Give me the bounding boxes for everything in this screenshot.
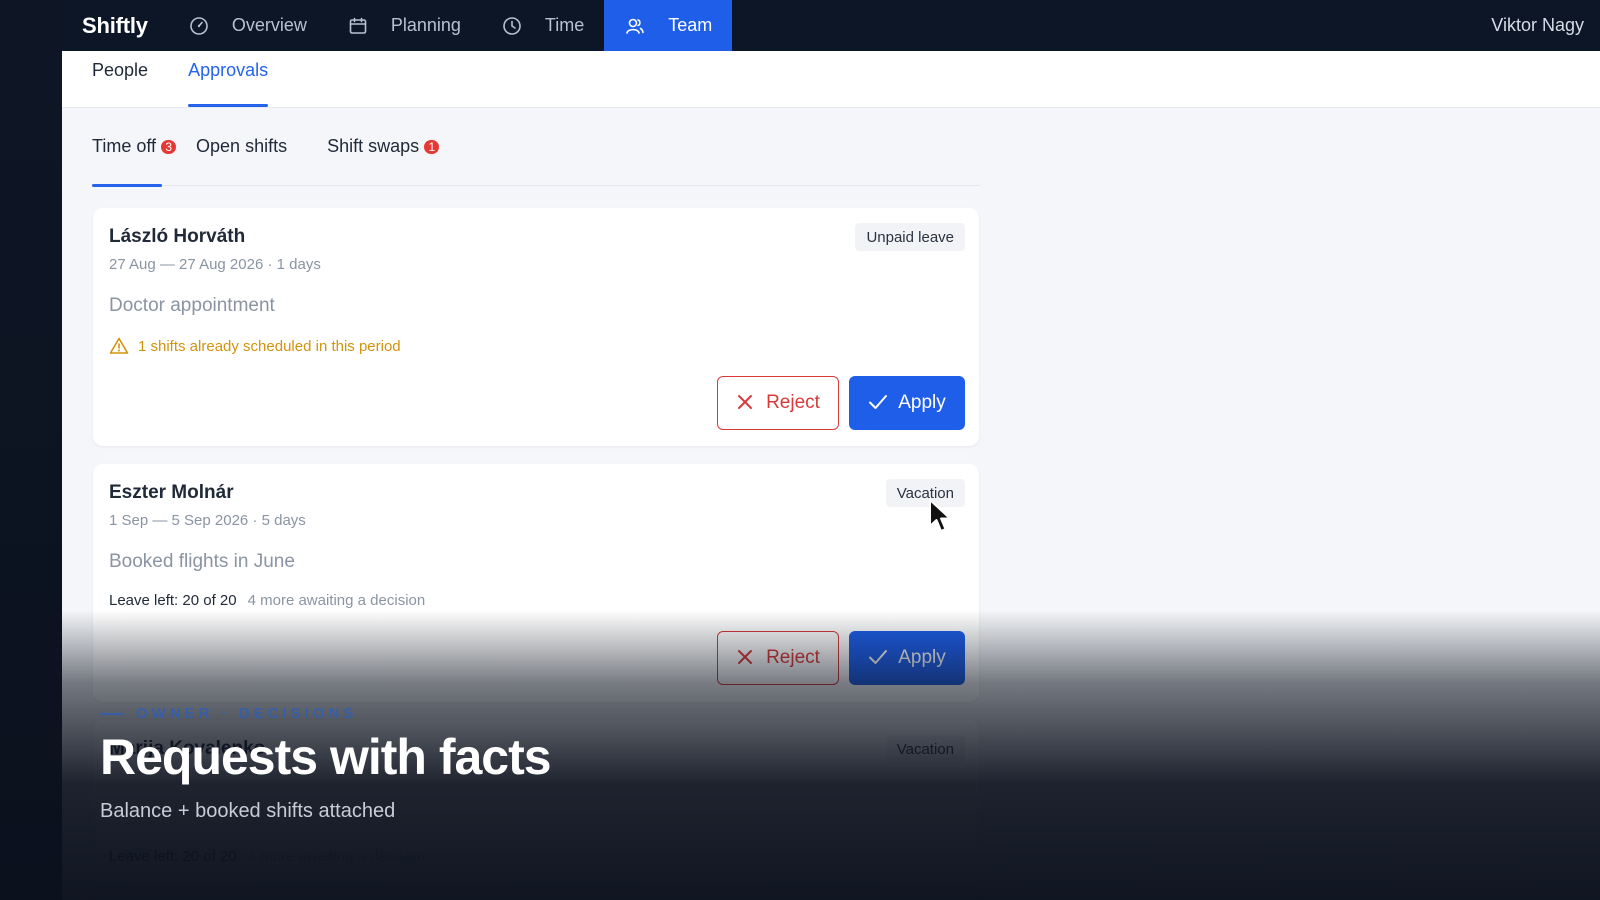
conflict-warning: 1 shifts already scheduled in this perio… (109, 336, 401, 356)
request-card: Eszter Molnár 1 Sep — 5 Sep 2026 · 5 day… (93, 464, 979, 702)
nav-item-overview[interactable]: Overview (168, 0, 327, 51)
nav-label: Planning (390, 15, 461, 35)
gauge-icon (188, 15, 210, 37)
kicker-text: OWNER · DECISIONS (136, 705, 358, 722)
sub-navigation: People Approvals (62, 51, 1600, 108)
close-icon (736, 648, 756, 668)
tab-label: Time off (92, 136, 157, 156)
leave-type-badge: Unpaid leave (855, 223, 965, 251)
leave-type-badge: Vacation (885, 735, 965, 763)
awaiting-count: 4 more awaiting a decision (247, 848, 426, 865)
caption-kicker: OWNER · DECISIONS (100, 705, 551, 722)
check-icon (868, 648, 888, 668)
button-label: Apply (898, 647, 946, 668)
employee-name: Eszter Molnár (109, 482, 234, 503)
nav-item-team[interactable]: Team (604, 0, 733, 51)
caption-headline: Requests with facts (100, 729, 552, 785)
top-navigation: Shiftly Overview Planning Time Team Vikt… (62, 0, 1600, 51)
caption-subtitle: Balance + booked shifts attached (100, 800, 396, 822)
leave-balance-row: Leave left: 20 of 20 4 more awaiting a d… (109, 592, 425, 609)
tab-shift-swaps[interactable]: Shift swaps 1 (327, 108, 442, 186)
tab-time-off[interactable]: Time off 3 (92, 108, 179, 187)
mouse-cursor-icon (928, 498, 954, 534)
request-dates: 1 Sep — 5 Sep 2026 · 5 days (109, 512, 306, 529)
request-dates: 27 Aug — 27 Aug 2026 · 1 days (109, 256, 321, 273)
leave-balance: Leave left: 20 of 20 (109, 592, 237, 609)
request-card: László Horváth 27 Aug — 27 Aug 2026 · 1 … (93, 208, 979, 446)
kicker-line (100, 712, 124, 715)
button-label: Reject (766, 392, 820, 413)
apply-button[interactable]: Apply (849, 376, 965, 430)
nav-label: Time (544, 15, 585, 35)
tab-open-shifts[interactable]: Open shifts (196, 108, 287, 186)
request-reason: Doctor appointment (109, 295, 275, 316)
window-edge (0, 0, 62, 900)
button-label: Apply (898, 392, 946, 413)
brand-logo[interactable]: Shiftly (82, 13, 148, 39)
nav-item-planning[interactable]: Planning (327, 0, 481, 51)
leave-balance-row: Leave left: 20 of 20 4 more awaiting a d… (109, 848, 425, 865)
nav-label: Overview (231, 15, 307, 35)
tab-people[interactable]: People (92, 50, 148, 107)
nav-label: Team (668, 15, 713, 35)
nav-item-time[interactable]: Time (481, 0, 604, 51)
check-icon (868, 393, 888, 413)
count-badge: 3 (159, 137, 179, 156)
warning-icon (109, 336, 129, 356)
tab-approvals[interactable]: Approvals (188, 50, 269, 107)
apply-button[interactable]: Apply (849, 631, 965, 685)
leave-balance: Leave left: 20 of 20 (109, 848, 237, 865)
request-reason: Booked flights in June (109, 551, 295, 572)
reject-button[interactable]: Reject (717, 376, 839, 430)
awaiting-count: 4 more awaiting a decision (247, 592, 426, 609)
clock-icon (501, 15, 523, 37)
employee-name: László Horváth (109, 226, 246, 247)
button-label: Reject (766, 647, 820, 668)
calendar-icon (347, 15, 369, 37)
tab-label: Open shifts (196, 136, 288, 156)
tab-label: Shift swaps (327, 136, 420, 156)
user-menu[interactable]: Viktor Nagy (1491, 15, 1584, 36)
close-icon (736, 393, 756, 413)
approval-type-tabs: Time off 3 Open shifts Shift swaps 1 (92, 108, 980, 187)
video-caption: OWNER · DECISIONS Requests with facts Ba… (100, 705, 552, 823)
count-badge: 1 (422, 137, 442, 156)
reject-button[interactable]: Reject (717, 631, 839, 685)
team-icon (624, 15, 646, 37)
warning-text: 1 shifts already scheduled in this perio… (138, 337, 401, 355)
